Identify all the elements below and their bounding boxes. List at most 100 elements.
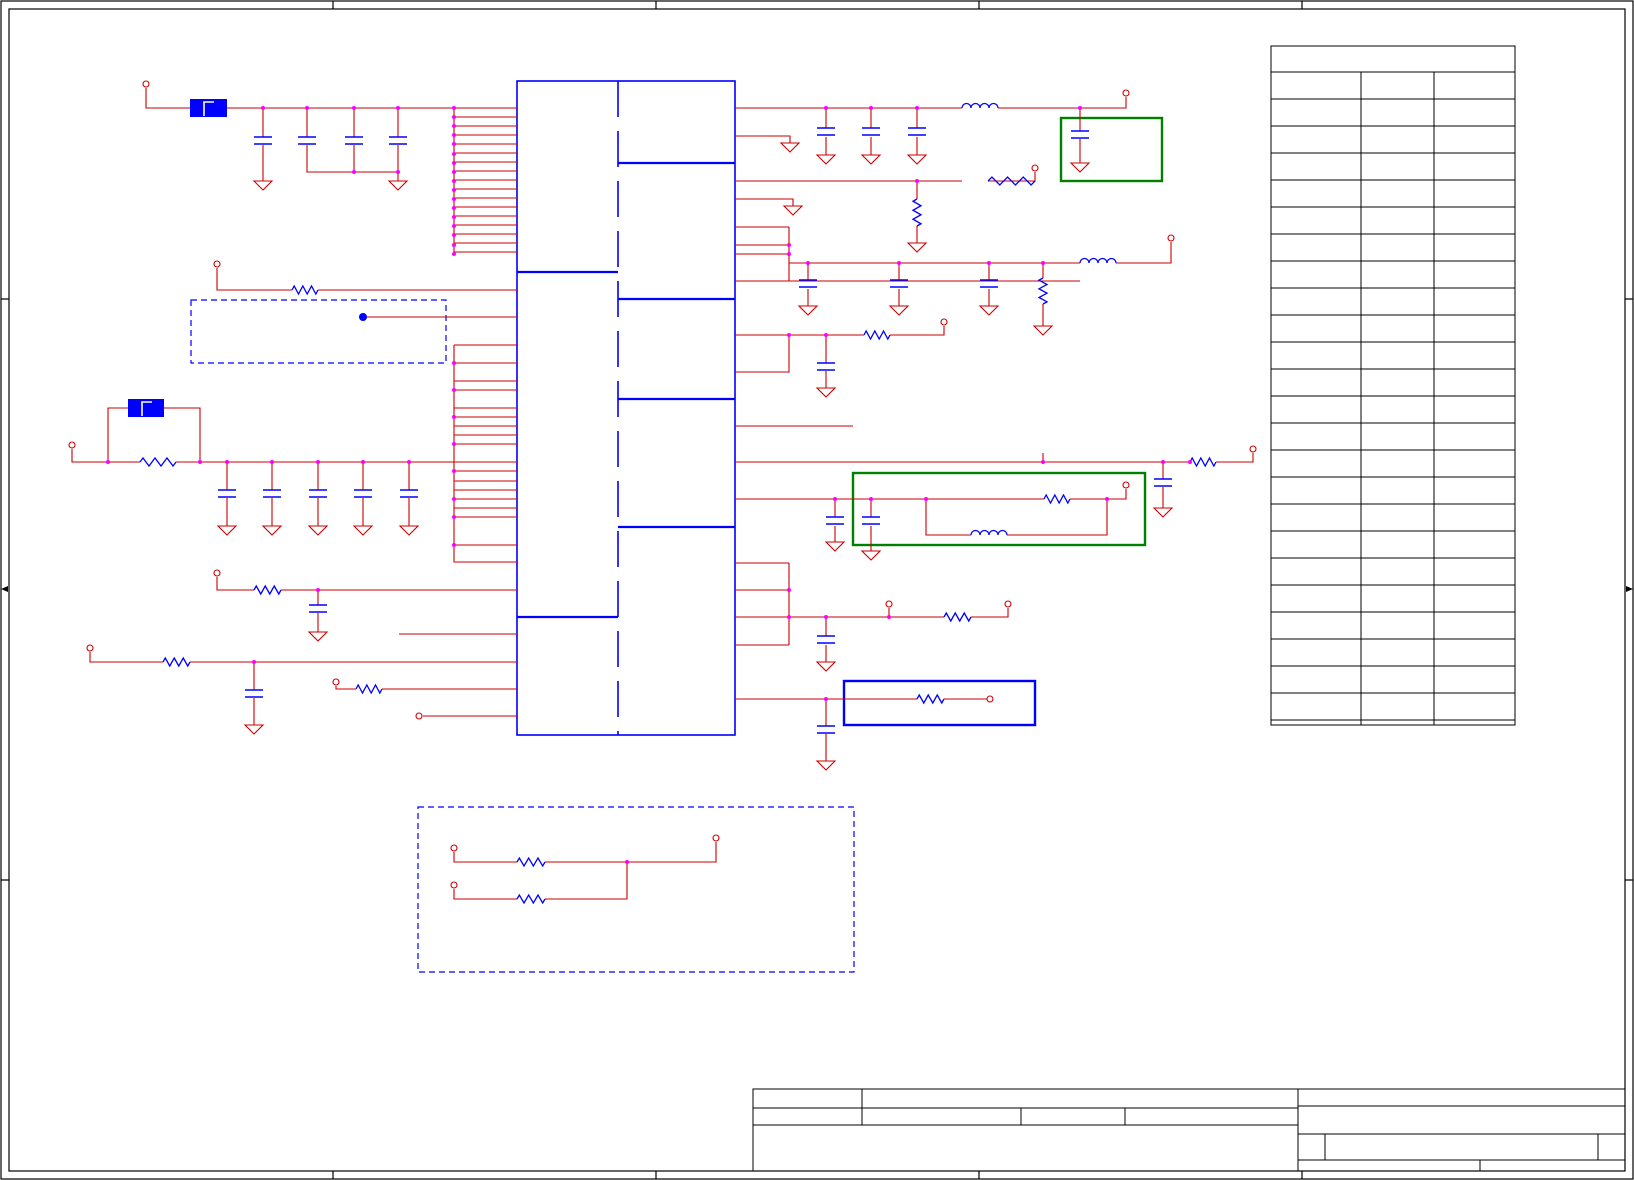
junction-dot <box>452 415 456 419</box>
ground-symbol <box>307 631 329 642</box>
ground-symbol <box>216 525 238 536</box>
highlight-box-green-1 <box>1059 116 1164 183</box>
junction-dot <box>106 460 110 464</box>
net-terminal <box>1249 445 1257 453</box>
junction-dot <box>452 161 456 165</box>
wires <box>71 88 1254 900</box>
junction-dot <box>452 206 456 210</box>
ground-symbol <box>387 180 409 191</box>
junction-dot <box>452 224 456 228</box>
junction-dot <box>452 133 456 137</box>
highlight-box-green-2 <box>851 471 1147 547</box>
resistor <box>1037 277 1049 305</box>
junction-dot <box>452 497 456 501</box>
ground-symbols <box>216 142 1174 771</box>
junction-dot <box>869 497 873 501</box>
capacitor <box>309 604 327 613</box>
inductor <box>1079 257 1117 264</box>
junction-dot <box>987 261 991 265</box>
ground-symbol <box>243 724 265 735</box>
junction-dot <box>452 197 456 201</box>
fuse-1 <box>190 99 227 117</box>
junction-dots <box>106 106 1192 864</box>
capacitor <box>817 635 835 644</box>
capacitor <box>218 489 236 498</box>
resistor <box>162 656 191 668</box>
capacitor <box>354 489 372 498</box>
resistor <box>1189 456 1217 468</box>
junction-dot <box>261 106 265 110</box>
resistor <box>139 456 177 468</box>
net-terminal <box>450 881 458 889</box>
junction-dot <box>824 697 828 701</box>
junction-dot <box>452 252 456 256</box>
capacitor <box>862 516 880 525</box>
ground-symbol <box>824 541 846 552</box>
net-terminal <box>213 260 221 268</box>
junction-dot <box>1188 460 1192 464</box>
junction-dot <box>915 179 919 183</box>
ground-symbol <box>906 242 928 253</box>
junction-dot <box>915 106 919 110</box>
ground-symbol <box>307 525 329 536</box>
revision-table <box>1270 45 1516 726</box>
ground-symbol <box>906 154 928 165</box>
junction-dot <box>396 170 400 174</box>
resistor <box>516 856 546 868</box>
junction-dot <box>352 170 356 174</box>
junction-dot <box>787 252 791 256</box>
capacitor <box>1071 130 1089 139</box>
junction-dot <box>452 106 456 110</box>
resistor <box>1043 493 1071 505</box>
net-terminal <box>986 695 994 703</box>
junction-dot <box>452 243 456 247</box>
net-terminals <box>68 80 1257 889</box>
junction-dot <box>452 388 456 392</box>
junction-dot <box>452 469 456 473</box>
resistor <box>291 284 319 296</box>
junction-dot <box>452 442 456 446</box>
junction-dot <box>225 460 229 464</box>
junction-dot <box>824 615 828 619</box>
capacitor <box>1154 478 1172 487</box>
junction-dot <box>833 497 837 501</box>
ground-symbol <box>815 760 837 771</box>
ground-symbol <box>1032 325 1054 336</box>
capacitor <box>908 127 926 136</box>
net-terminal <box>142 80 150 88</box>
title-block <box>752 1088 1626 1172</box>
junction-dot <box>824 333 828 337</box>
highlight-box-blue <box>842 679 1037 727</box>
resistor <box>943 611 972 623</box>
inductor <box>961 102 999 109</box>
junction-dot <box>316 460 320 464</box>
net-terminal <box>213 569 221 577</box>
capacitor <box>298 136 316 145</box>
net-terminal <box>940 318 948 326</box>
schematic-sheet <box>0 0 1634 1180</box>
junction-dot <box>452 233 456 237</box>
ground-symbol <box>352 525 374 536</box>
capacitors <box>218 127 1172 734</box>
resistor <box>863 329 891 341</box>
junction-dot <box>407 460 411 464</box>
net-terminal <box>1122 89 1130 97</box>
junction-dot <box>1161 460 1165 464</box>
junction-dot <box>452 515 456 519</box>
capacitor <box>254 136 272 145</box>
resistor <box>911 198 923 227</box>
junction-dot <box>396 106 400 110</box>
junction-dot <box>625 860 629 864</box>
junction-dot <box>787 243 791 247</box>
test-point <box>359 313 367 321</box>
capacitor <box>263 489 281 498</box>
junction-dot <box>824 106 828 110</box>
capacitor <box>309 489 327 498</box>
net-terminal <box>332 678 340 686</box>
ground-symbol <box>815 661 837 672</box>
junction-dot <box>897 261 901 265</box>
junction-dot <box>787 333 791 337</box>
resistor <box>355 683 383 695</box>
junction-dot <box>1078 106 1082 110</box>
junction-dot <box>252 660 256 664</box>
